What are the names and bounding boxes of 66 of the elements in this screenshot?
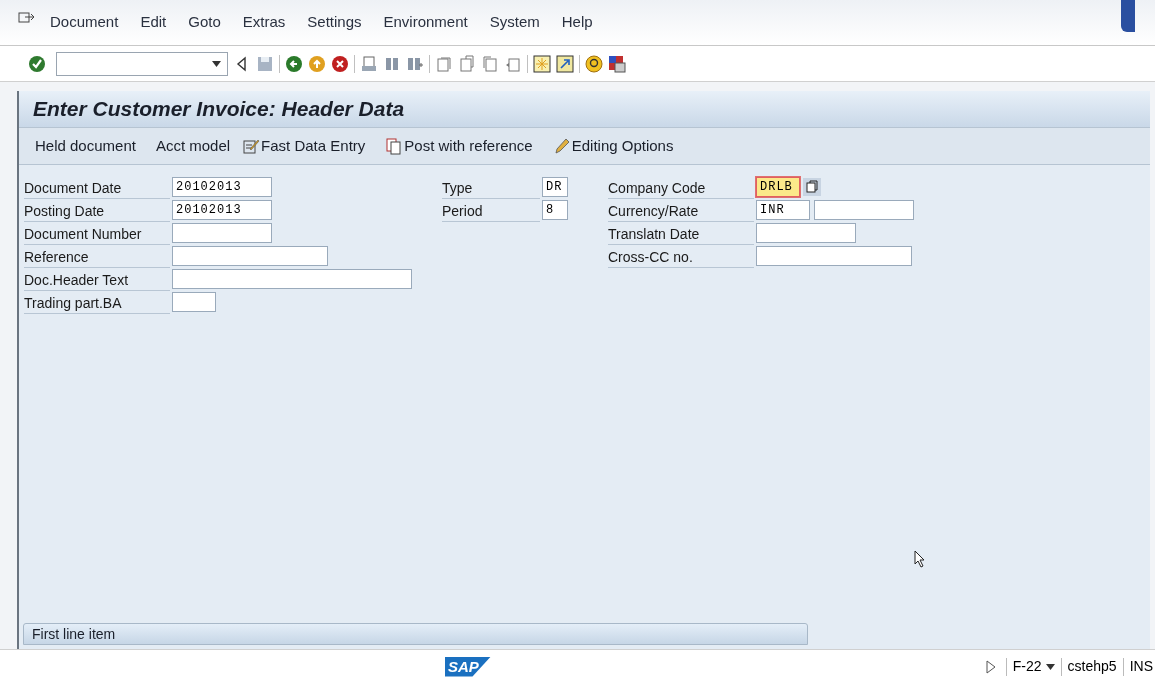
field-label: Type <box>442 177 540 199</box>
transaction-code[interactable]: F-22 <box>1006 656 1061 677</box>
input-field[interactable]: 20102013 <box>172 177 272 197</box>
menu-item[interactable]: System <box>489 11 540 34</box>
field-label: Posting Date <box>24 200 170 222</box>
field-label: Trading part.BA <box>24 292 170 314</box>
checkmark-icon[interactable] <box>28 54 46 73</box>
field-label: Doc.Header Text <box>24 269 170 291</box>
first-page-icon[interactable] <box>435 54 453 73</box>
menu-item[interactable]: Environment <box>383 11 468 34</box>
cancel-icon[interactable] <box>331 54 349 73</box>
help-icon[interactable] <box>585 54 603 73</box>
title-bar: Enter Customer Invoice: Header Data <box>19 91 1150 127</box>
input-field[interactable]: 20102013 <box>172 200 272 220</box>
field-label: Reference <box>24 246 170 268</box>
input-field[interactable] <box>172 269 412 289</box>
insert-mode: INS <box>1128 657 1154 676</box>
mouse-pointer-icon <box>914 550 926 568</box>
input-field[interactable] <box>172 246 328 266</box>
layout-icon[interactable] <box>608 54 626 73</box>
dropdown-icon <box>212 60 221 67</box>
input-field[interactable] <box>172 292 216 312</box>
menu-item[interactable]: Document <box>50 11 119 34</box>
field-label: Translatn Date <box>608 223 754 245</box>
previous-page-icon[interactable] <box>458 54 476 73</box>
input-field[interactable]: 8 <box>542 200 568 220</box>
input-field[interactable] <box>756 246 912 266</box>
up-icon[interactable] <box>308 54 326 73</box>
toolbar-button[interactable]: Acct model <box>155 134 231 158</box>
menu-item[interactable]: Goto <box>188 11 221 34</box>
field-label: Document Date <box>24 177 170 199</box>
toolbar-button[interactable]: Editing Options <box>552 134 674 158</box>
command-field[interactable] <box>56 51 228 76</box>
input-field[interactable]: DRLB <box>756 177 800 197</box>
field-label: Currency/Rate <box>608 200 754 222</box>
field-label: Company Code <box>608 177 754 199</box>
copy-icon[interactable] <box>803 178 821 196</box>
input-field[interactable]: INR <box>756 200 810 220</box>
input-field[interactable] <box>756 223 856 243</box>
sap-logo: SAP <box>444 656 491 677</box>
copy-icon <box>385 137 404 155</box>
menu-item[interactable]: Help <box>561 11 593 34</box>
next-page-icon[interactable] <box>481 54 499 73</box>
field-label: Period <box>442 200 540 222</box>
expand-icon[interactable] <box>985 659 996 674</box>
toolbar-button[interactable]: Fast Data Entry <box>242 134 366 158</box>
field-label: Document Number <box>24 223 170 245</box>
dropdown-icon <box>1045 663 1055 670</box>
field-label: Cross-CC no. <box>608 246 754 268</box>
pencil-icon <box>552 137 571 155</box>
new-session-icon[interactable] <box>533 54 551 73</box>
input-field[interactable] <box>814 200 914 220</box>
input-field[interactable]: DR <box>542 177 568 197</box>
section-header: First line item <box>23 623 808 645</box>
input-field[interactable] <box>172 223 272 243</box>
menu-item[interactable]: Extras <box>242 11 286 34</box>
menu-item[interactable]: Edit <box>140 11 167 34</box>
toolbar-button[interactable]: Held document <box>35 134 136 158</box>
print-icon[interactable] <box>360 54 378 73</box>
menu-item[interactable]: Settings <box>307 11 362 34</box>
save-icon[interactable] <box>256 54 274 73</box>
form-edit-icon <box>242 137 261 155</box>
toolbar-button[interactable]: Post with reference <box>385 134 533 158</box>
server-name: cstehp5 <box>1066 657 1118 676</box>
shortcut-icon[interactable] <box>556 54 574 73</box>
back-icon[interactable] <box>285 54 303 73</box>
